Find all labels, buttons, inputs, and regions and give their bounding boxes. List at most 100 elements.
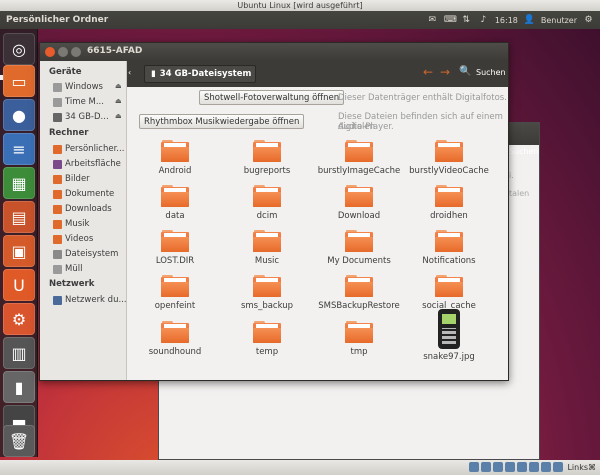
folder-item[interactable]: social_cache <box>403 275 495 311</box>
folder-icon <box>345 321 373 343</box>
sidebar-item-trash[interactable]: Müll <box>53 262 126 276</box>
dash-home-icon[interactable]: ◎ <box>3 33 35 65</box>
folder-item[interactable]: sms_backup <box>221 275 313 311</box>
sidebar-item-label: Persönlicher... <box>65 144 125 154</box>
folder-item[interactable]: openfeint <box>129 275 221 311</box>
files-icon[interactable]: ▭ <box>3 65 35 97</box>
vm-statusbar: Links⌘ <box>0 460 600 475</box>
file-name-label: droidhen <box>430 211 468 221</box>
close-button[interactable] <box>45 47 55 57</box>
folder-icon <box>435 185 463 207</box>
background-text: talen <box>509 189 530 198</box>
folder-item[interactable]: droidhen <box>403 185 495 221</box>
mail-icon[interactable]: ✉ <box>427 15 438 25</box>
sidebar-item-downloads[interactable]: Downloads <box>53 202 126 216</box>
file-name-label: Download <box>337 211 381 221</box>
sidebar-item-pictures[interactable]: Bilder <box>53 172 126 186</box>
sidebar-item-music[interactable]: Musik <box>53 217 126 231</box>
sidebar-item-home[interactable]: Persönlicher... <box>53 142 126 156</box>
sidebar-item-label: Müll <box>65 264 83 274</box>
folder-icon <box>253 275 281 297</box>
sidebar-item-label: Arbeitsfläche <box>65 159 121 169</box>
folder-icon <box>435 230 463 252</box>
impress-icon[interactable]: ▤ <box>3 201 35 233</box>
maximize-button[interactable] <box>71 47 81 57</box>
user-icon: 👤 <box>523 14 536 25</box>
folder-item[interactable]: burstlyImageCache <box>313 140 405 176</box>
user-name[interactable]: Benutzer <box>541 16 577 25</box>
folder-icon <box>345 230 373 252</box>
file-name-label: dcim <box>256 211 278 221</box>
gear-icon[interactable]: ⚙ <box>583 15 594 25</box>
volume-icon[interactable]: ♪ <box>478 15 489 25</box>
background-search-label: Suchen <box>509 147 539 156</box>
software-center-icon[interactable]: ▣ <box>3 235 35 267</box>
folder-item[interactable]: Download <box>313 185 405 221</box>
folder-item[interactable]: bugreports <box>221 140 313 176</box>
file-name-label: data <box>165 211 185 221</box>
clock[interactable]: 16:18 <box>495 16 518 25</box>
folder-item[interactable]: SMSBackupRestore <box>313 275 405 311</box>
sidebar-item-videos[interactable]: Videos <box>53 232 126 246</box>
usb-drive-icon[interactable]: ▮ <box>3 371 35 403</box>
folder-item[interactable]: data <box>129 185 221 221</box>
folder-item[interactable]: Music <box>221 230 313 266</box>
network-icon[interactable] <box>517 462 528 472</box>
folder-item[interactable]: soundhound <box>129 321 221 357</box>
hdd-icon[interactable] <box>469 462 480 472</box>
path-button-label: 34 GB-Dateisystem <box>159 69 252 79</box>
eject-icon[interactable]: ⏏ <box>115 112 122 120</box>
path-button[interactable]: ▮ 34 GB-Dateisystem <box>144 65 257 83</box>
forward-arrow-icon[interactable]: → <box>440 65 450 79</box>
sidebar-item-documents[interactable]: Dokumente <box>53 187 126 201</box>
sidebar-item-desktop[interactable]: Arbeitsfläche <box>53 157 126 171</box>
desktop-icon <box>53 159 62 169</box>
folder-icon <box>345 185 373 207</box>
open-rhythmbox-button[interactable]: Rhythmbox Musikwiedergabe öffnen <box>139 114 305 129</box>
folder-icon <box>253 140 281 162</box>
usb-drive-icon <box>53 112 62 122</box>
folder-icon <box>253 230 281 252</box>
workspace-switcher-icon[interactable]: ▥ <box>3 337 35 369</box>
optical-drive-icon[interactable] <box>481 462 492 472</box>
sidebar-item-filesystem[interactable]: Dateisystem <box>53 247 126 261</box>
sidebar-toggle-icon[interactable]: ‹ <box>128 68 131 77</box>
folder-item[interactable]: temp <box>221 321 313 357</box>
folder-item[interactable]: LOST.DIR <box>129 230 221 266</box>
calc-icon[interactable]: ▦ <box>3 167 35 199</box>
minimize-button[interactable] <box>58 47 68 57</box>
network-icon[interactable]: ⇅ <box>461 15 472 25</box>
folder-item[interactable]: Notifications <box>403 230 495 266</box>
folder-item[interactable]: Android <box>129 140 221 176</box>
system-settings-icon[interactable]: ⚙ <box>3 303 35 335</box>
image-file-item[interactable]: snake97.jpg <box>403 309 495 362</box>
file-name-label: burstlyImageCache <box>317 166 401 176</box>
eject-icon[interactable]: ⏏ <box>115 82 122 90</box>
shared-folder-icon[interactable] <box>505 462 516 472</box>
back-arrow-icon[interactable]: ← <box>423 65 433 79</box>
mouse-integration-icon[interactable] <box>553 462 564 472</box>
writer-icon[interactable]: ≡ <box>3 133 35 165</box>
folder-item[interactable]: burstlyVideoCache <box>403 140 495 176</box>
keyboard-icon[interactable]: ⌨ <box>444 15 457 25</box>
file-name-label: SMSBackupRestore <box>318 301 400 311</box>
ubuntu-one-icon[interactable]: U <box>3 269 35 301</box>
video-capture-icon[interactable] <box>541 462 552 472</box>
infobar-photos: Shotwell-Fotoverwaltung öffnen Dieser Da… <box>127 87 508 109</box>
eject-icon[interactable]: ⏏ <box>115 97 122 105</box>
display-icon[interactable] <box>529 462 540 472</box>
folder-icon <box>161 275 189 297</box>
sidebar-item-browse-network[interactable]: Netzwerk du... <box>53 293 126 307</box>
folder-icon <box>161 140 189 162</box>
open-shotwell-button[interactable]: Shotwell-Fotoverwaltung öffnen <box>199 90 345 105</box>
firefox-icon[interactable]: ● <box>3 99 35 131</box>
usb-icon[interactable] <box>493 462 504 472</box>
folder-item[interactable]: tmp <box>313 321 405 357</box>
folder-item[interactable]: dcim <box>221 185 313 221</box>
sidebar-item-label: 34 GB-D... <box>65 112 109 122</box>
search-icon[interactable]: 🔍 <box>459 66 471 77</box>
trash-icon[interactable]: 🗑 <box>3 425 35 457</box>
search-label[interactable]: Suchen <box>476 68 506 77</box>
home-folder-icon <box>53 144 62 154</box>
folder-item[interactable]: My Documents <box>313 230 405 266</box>
